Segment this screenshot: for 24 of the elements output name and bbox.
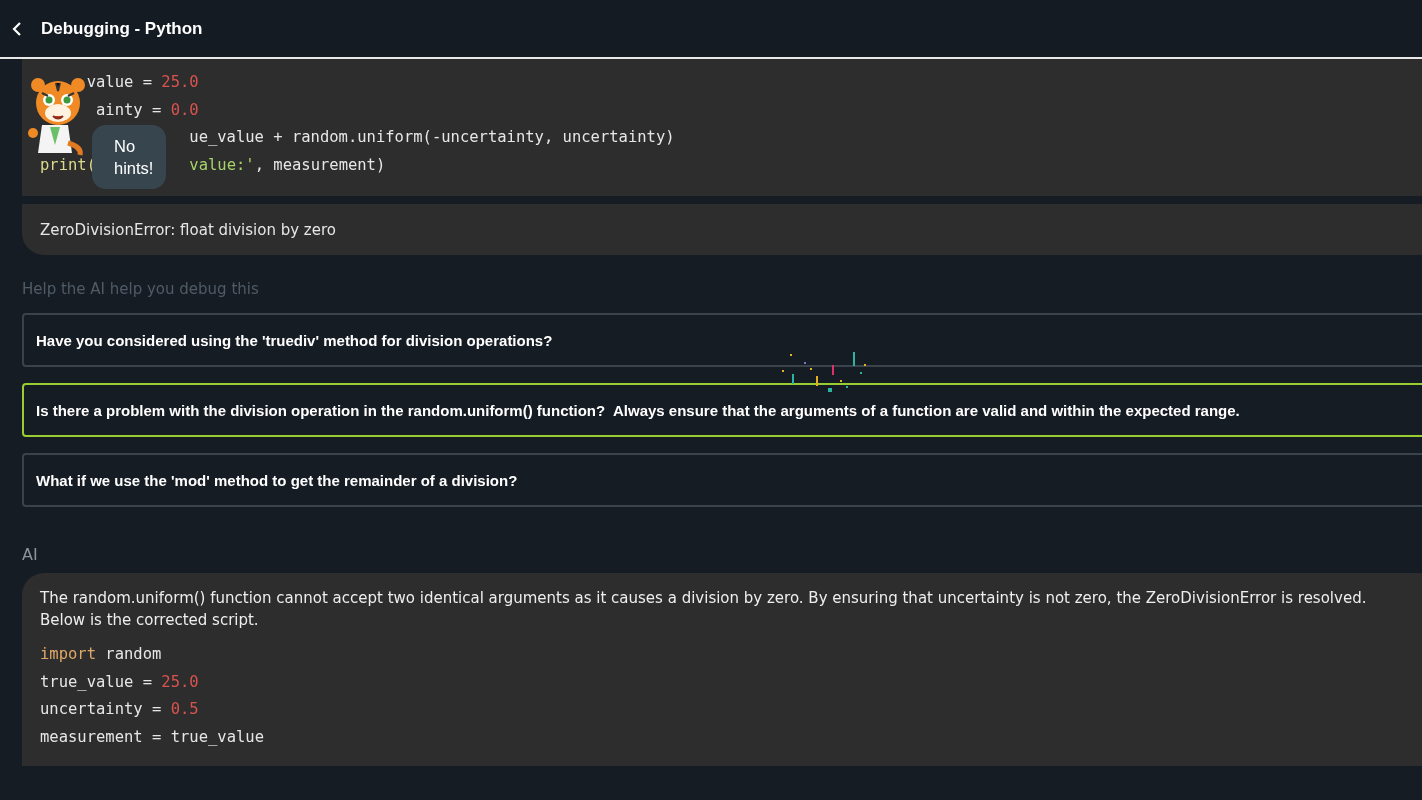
code-text: , measurement) [254,154,386,176]
back-icon[interactable] [11,21,23,36]
code-text: 0.0 [170,99,199,121]
code-text: measurement = true_value [40,727,264,746]
code-text: value:' [189,154,255,176]
code-text: true_value = [40,672,153,691]
error-message: ZeroDivisionError: float division by zero [40,221,337,239]
code-text: import [40,645,96,663]
code-text: random [104,645,162,663]
code-text: value = [86,72,153,93]
code-text: 0.5 [170,700,199,718]
answer-option[interactable]: Have you considered using the 'truediv' method for division operations? [22,313,1422,367]
code-text: uncertainty = [40,700,163,718]
code-text: 25.0 [161,72,199,93]
ai-label: AI [22,545,39,564]
prompt-label: Help the AI help you debug this [22,280,260,298]
ai-message: The random.uniform() function cannot accept two identical arguments as it causes a division by zero. By ensuring that uncertainty is not zero, the ZeroDivisionError is resolved. Below is the corrected script. [40,588,1368,631]
answer-option[interactable]: Is there a problem with the division operation in the random.uniform() function? Always ensure that the arguments of a function are valid and within the expected range. [22,383,1422,437]
code-text: 25.0 [161,672,199,691]
code-text: ue_value + random.uniform(-uncertainty, uncertainty) [189,127,675,148]
hint-bubble: No hints! [92,125,166,189]
code-text: ainty = [96,99,163,121]
answer-option[interactable]: What if we use the 'mod' method to get the remainder of a division? [22,453,1422,507]
page-title: Debugging - Python [41,18,203,39]
